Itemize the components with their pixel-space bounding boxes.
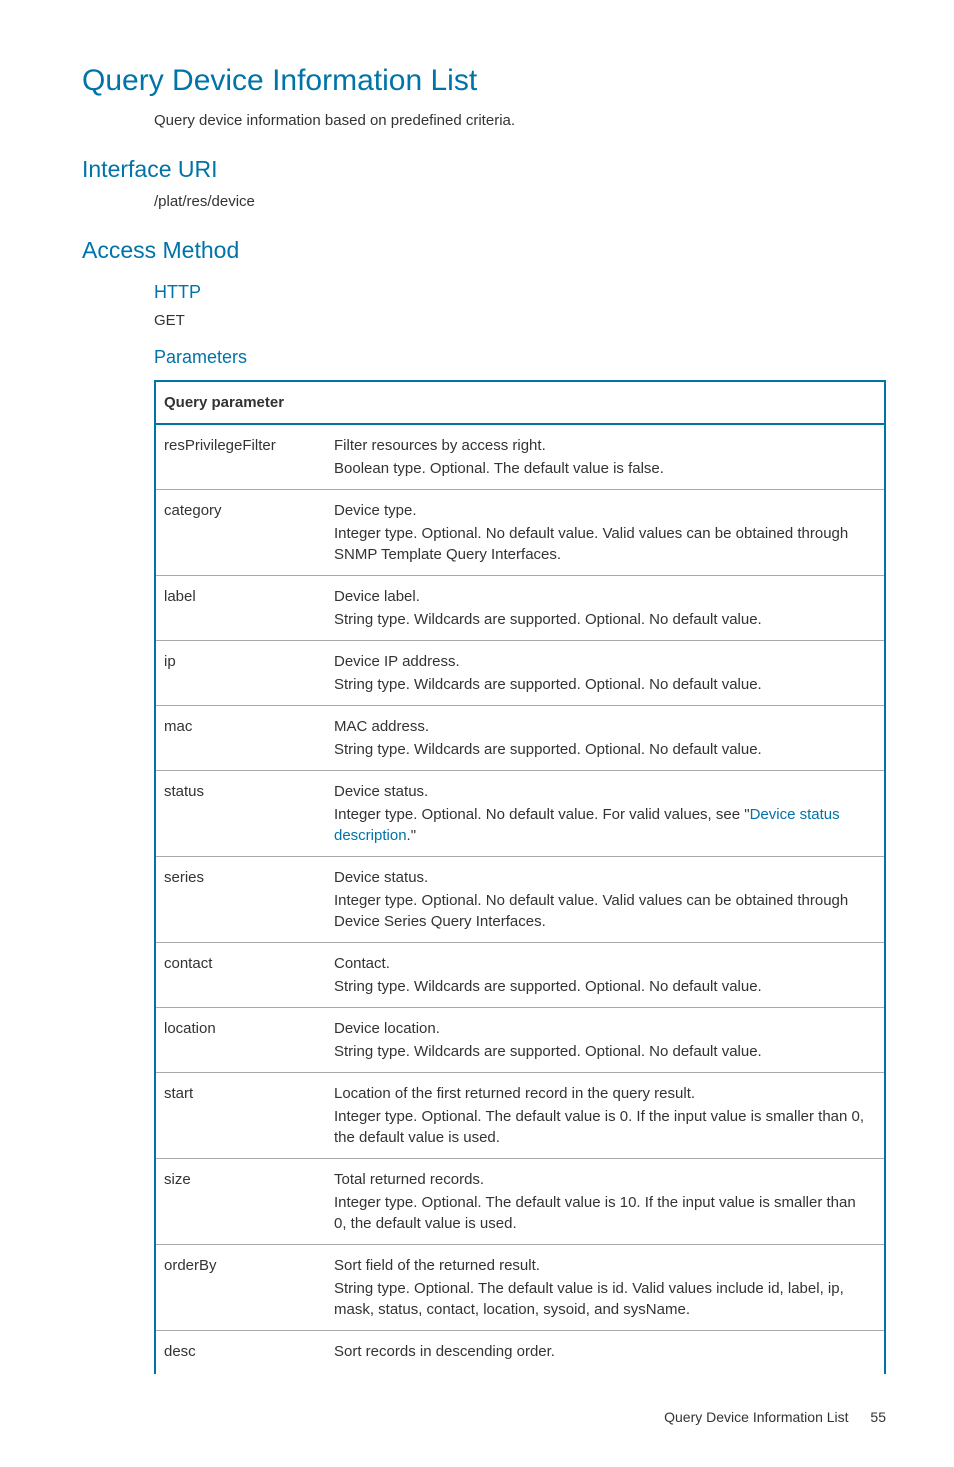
param-desc-main: Location of the first returned record in… <box>334 1083 872 1104</box>
table-row: statusDevice status.Integer type. Option… <box>155 770 885 856</box>
interface-uri-value: /plat/res/device <box>82 191 886 212</box>
param-desc-main: MAC address. <box>334 716 872 737</box>
param-desc-main: Total returned records. <box>334 1169 872 1190</box>
page-title: Query Device Information List <box>82 60 886 102</box>
footer-label: Query Device Information List <box>664 1409 848 1425</box>
param-name: status <box>155 770 326 856</box>
param-description: Device status.Integer type. Optional. No… <box>326 770 885 856</box>
table-header: Query parameter <box>155 381 885 424</box>
table-row: contactContact.String type. Wildcards ar… <box>155 942 885 1007</box>
interface-uri-heading: Interface URI <box>82 153 886 185</box>
param-desc-detail: Integer type. Optional. No default value… <box>334 890 872 932</box>
table-row: desc Sort records in descending order. <box>155 1330 885 1374</box>
param-name: ip <box>155 640 326 705</box>
parameters-table: Query parameter resPrivilegeFilterFilter… <box>154 380 886 1374</box>
param-name: desc <box>155 1330 326 1374</box>
parameters-heading: Parameters <box>154 345 886 370</box>
http-method: GET <box>154 310 886 331</box>
page-description: Query device information based on predef… <box>82 110 886 131</box>
param-desc-main: Sort field of the returned result. <box>334 1255 872 1276</box>
param-desc-main: Device location. <box>334 1018 872 1039</box>
param-desc-detail: Boolean type. Optional. The default valu… <box>334 458 872 479</box>
table-row: locationDevice location.String type. Wil… <box>155 1007 885 1072</box>
param-description: Sort records in descending order. <box>326 1330 885 1374</box>
param-description: Location of the first returned record in… <box>326 1072 885 1158</box>
table-row: labelDevice label.String type. Wildcards… <box>155 575 885 640</box>
param-name: orderBy <box>155 1244 326 1330</box>
param-desc-detail: Integer type. Optional. No default value… <box>334 523 872 565</box>
param-desc-main: Device label. <box>334 586 872 607</box>
param-description: MAC address.String type. Wildcards are s… <box>326 705 885 770</box>
param-desc-main: Device type. <box>334 500 872 521</box>
param-desc-main: Device IP address. <box>334 651 872 672</box>
param-name: resPrivilegeFilter <box>155 424 326 490</box>
param-description: Device type.Integer type. Optional. No d… <box>326 489 885 575</box>
param-description: Device status.Integer type. Optional. No… <box>326 856 885 942</box>
param-description: Device label.String type. Wildcards are … <box>326 575 885 640</box>
access-method-heading: Access Method <box>82 234 886 266</box>
table-row: ipDevice IP address.String type. Wildcar… <box>155 640 885 705</box>
param-description: Contact.String type. Wildcards are suppo… <box>326 942 885 1007</box>
param-desc-detail: Integer type. Optional. The default valu… <box>334 1106 872 1148</box>
param-desc-detail: String type. Optional. The default value… <box>334 1278 872 1320</box>
param-desc-main: Device status. <box>334 867 872 888</box>
param-desc-main: Filter resources by access right. <box>334 435 872 456</box>
param-description: Total returned records.Integer type. Opt… <box>326 1158 885 1244</box>
param-desc-main: Contact. <box>334 953 872 974</box>
param-desc-detail: Integer type. Optional. The default valu… <box>334 1192 872 1234</box>
param-name: contact <box>155 942 326 1007</box>
param-name: category <box>155 489 326 575</box>
param-desc-main: Device status. <box>334 781 872 802</box>
param-name: series <box>155 856 326 942</box>
table-row: categoryDevice type.Integer type. Option… <box>155 489 885 575</box>
page-footer: Query Device Information List 55 <box>82 1408 886 1428</box>
param-description: Device location.String type. Wildcards a… <box>326 1007 885 1072</box>
http-heading: HTTP <box>154 280 886 305</box>
param-desc-detail: String type. Wildcards are supported. Op… <box>334 1041 872 1062</box>
param-description: Device IP address.String type. Wildcards… <box>326 640 885 705</box>
param-desc-detail: Integer type. Optional. No default value… <box>334 804 872 846</box>
param-name: size <box>155 1158 326 1244</box>
table-row: seriesDevice status.Integer type. Option… <box>155 856 885 942</box>
param-desc-detail: String type. Wildcards are supported. Op… <box>334 609 872 630</box>
footer-page-number: 55 <box>870 1409 886 1425</box>
param-description: Sort field of the returned result.String… <box>326 1244 885 1330</box>
table-row: macMAC address.String type. Wildcards ar… <box>155 705 885 770</box>
param-description: Filter resources by access right.Boolean… <box>326 424 885 490</box>
param-name: label <box>155 575 326 640</box>
param-desc-main: Sort records in descending order. <box>334 1341 872 1362</box>
param-desc-detail: String type. Wildcards are supported. Op… <box>334 674 872 695</box>
param-name: mac <box>155 705 326 770</box>
table-row: orderBySort field of the returned result… <box>155 1244 885 1330</box>
table-row: sizeTotal returned records.Integer type.… <box>155 1158 885 1244</box>
param-name: start <box>155 1072 326 1158</box>
table-row: resPrivilegeFilterFilter resources by ac… <box>155 424 885 490</box>
param-desc-detail: String type. Wildcards are supported. Op… <box>334 739 872 760</box>
param-name: location <box>155 1007 326 1072</box>
table-row: start Location of the first returned reco… <box>155 1072 885 1158</box>
param-desc-detail: String type. Wildcards are supported. Op… <box>334 976 872 997</box>
